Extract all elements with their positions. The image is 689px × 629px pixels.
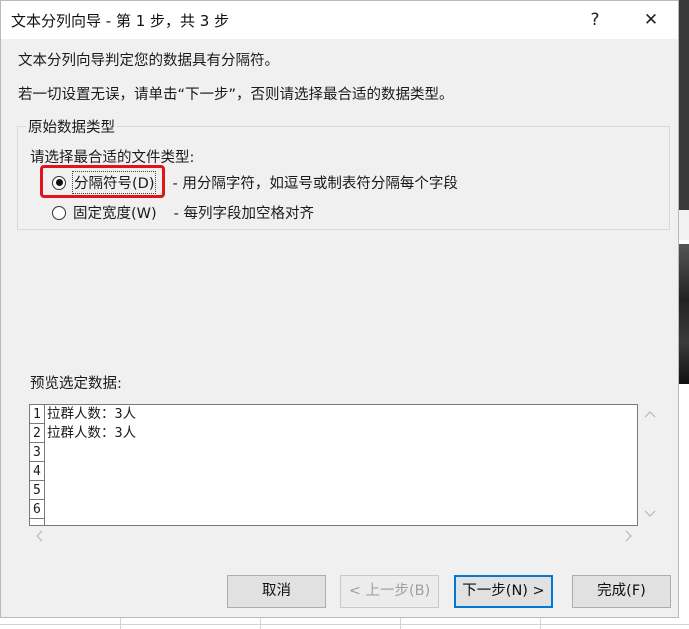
line-number: 3 [30,443,44,462]
intro-text: 文本分列向导判定您的数据具有分隔符。 [18,53,279,69]
cancel-button[interactable]: 取消 [227,575,326,608]
background-strip [679,210,689,240]
line-number: 2 [30,424,44,443]
group-legend: 原始数据类型 [26,116,117,137]
preview-label: 预览选定数据: [30,376,122,392]
help-button[interactable]: ? [575,5,615,35]
highlight-annotation [40,165,165,198]
line-number-column: 1 2 3 4 5 6 [30,405,45,525]
chevron-down-icon[interactable] [644,510,656,518]
background-gridline [400,618,401,629]
dialog-title: 文本分列向导 - 第 1 步，共 3 步 [11,12,230,30]
background-toolbar-strip [679,0,689,210]
line-number: 1 [30,405,44,424]
line-number: 6 [30,500,44,519]
chevron-left-icon[interactable] [35,530,43,542]
preview-row: 拉群人数：3人 [47,406,137,422]
background-gridline [260,618,261,629]
instruction-text: 若一切设置无误，请单击“下一步”，否则请选择最合适的数据类型。 [18,87,454,103]
line-number: 4 [30,462,44,481]
radio-fixed-width-description: - 每列字段加空格对齐 [173,206,314,222]
chevron-right-icon[interactable] [625,530,633,542]
background-gridline [120,618,121,629]
radio-fixed-width-label[interactable]: 固定宽度(W) [73,202,157,223]
radio-delimited-description: - 用分隔字符，如逗号或制表符分隔每个字段 [172,176,458,192]
background-gridline [540,618,541,629]
radio-fixed-width[interactable]: 固定宽度(W) - 每列字段加空格对齐 [52,202,314,223]
data-preview[interactable]: 1 2 3 4 5 6 拉群人数：3人 拉群人数：3人 [29,404,638,526]
radio-button-unchecked[interactable] [52,205,66,220]
vertical-scrollbar[interactable] [640,404,660,526]
back-button[interactable]: < 上一步(B) [340,575,439,608]
close-button[interactable]: ✕ [629,5,673,35]
horizontal-scrollbar[interactable] [29,526,638,546]
title-bar: 文本分列向导 - 第 1 步，共 3 步 ? ✕ [1,1,678,39]
finish-button[interactable]: 完成(F) [572,575,671,608]
close-icon: ✕ [643,10,659,30]
background-image [679,244,689,384]
next-button[interactable]: 下一步(N) > [454,575,553,608]
file-type-prompt: 请选择最合适的文件类型: [30,150,195,166]
background-gridline [0,624,689,625]
line-number: 5 [30,481,44,500]
chevron-up-icon[interactable] [644,410,656,418]
preview-row: 拉群人数：3人 [47,425,137,441]
